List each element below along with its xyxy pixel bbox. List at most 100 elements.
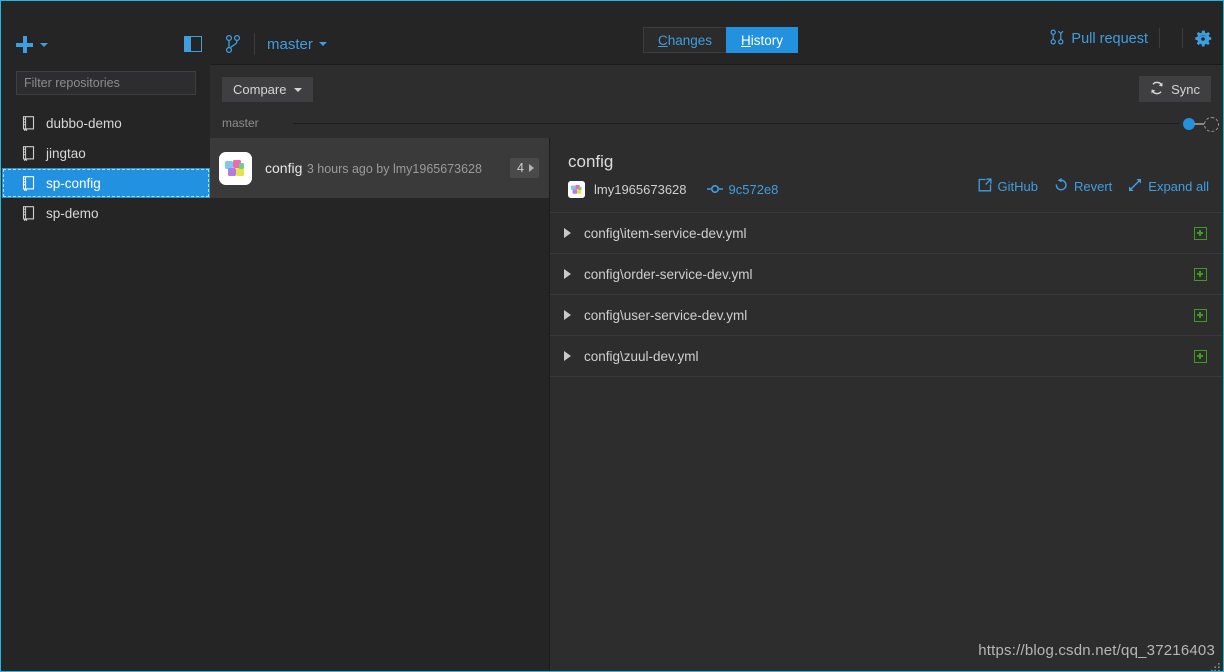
chevron-down-icon: [318, 42, 327, 46]
file-path: config\item-service-dev.yml: [584, 225, 747, 241]
changed-files-count-badge[interactable]: 4: [510, 158, 539, 178]
repository-icon: [22, 145, 35, 161]
avatar: [568, 181, 585, 198]
add-repository-button[interactable]: [16, 36, 48, 53]
history-panes: config 3 hours ago by lmy1965673628 4 co…: [210, 138, 1223, 671]
file-path: config\order-service-dev.yml: [584, 266, 753, 282]
sync-button[interactable]: Sync: [1139, 76, 1211, 102]
sidebar-item-jingtao[interactable]: jingtao: [2, 138, 210, 168]
view-tabs: Changes History: [643, 27, 799, 53]
sidebar-item-label: jingtao: [46, 145, 86, 161]
timeline-branch-label: master: [222, 116, 259, 130]
file-added-icon: [1194, 226, 1207, 240]
file-row[interactable]: config\order-service-dev.yml: [550, 254, 1223, 295]
repository-list: dubbo-demo jingtao sp-config sp-demo: [2, 108, 210, 228]
chevron-right-icon[interactable]: [564, 228, 571, 238]
file-row[interactable]: config\item-service-dev.yml: [550, 213, 1223, 254]
toolbar-left: [2, 24, 210, 65]
external-link-icon: [978, 178, 992, 195]
sidebar-item-label: dubbo-demo: [46, 115, 122, 131]
commit-actions: GitHub Revert Expand all: [978, 178, 1209, 195]
toolbar-divider: [254, 33, 255, 55]
chevron-right-icon[interactable]: [564, 351, 571, 361]
app-window: master Changes History Pull request Filt…: [0, 0, 1224, 672]
compare-button[interactable]: Compare: [222, 77, 314, 102]
settings-button[interactable]: [1192, 28, 1214, 50]
repository-icon: [22, 205, 35, 221]
github-link-button[interactable]: GitHub: [978, 178, 1038, 195]
top-toolbar: master Changes History Pull request: [2, 2, 1223, 65]
chevron-down-icon: [294, 87, 303, 92]
file-added-icon: [1194, 349, 1207, 363]
file-added-icon: [1194, 267, 1207, 281]
commit-detail: config lmy1965673628 9c572e8 GitHub Reve…: [550, 138, 1223, 671]
undo-icon: [1054, 178, 1068, 195]
history-timeline: master: [210, 111, 1223, 138]
tab-history-mnemonic: H: [741, 32, 751, 48]
changed-file-list: config\item-service-dev.yml config\order…: [550, 212, 1223, 377]
revert-label: Revert: [1073, 179, 1113, 194]
repository-icon: [22, 115, 35, 131]
expand-icon: [1128, 178, 1142, 195]
timeline-connector: [1194, 123, 1204, 125]
branch-name-label: master: [267, 35, 313, 53]
sidebar-item-label: sp-demo: [46, 205, 99, 221]
chevron-right-icon[interactable]: [564, 310, 571, 320]
chevron-right-icon[interactable]: [564, 269, 571, 279]
expand-all-button[interactable]: Expand all: [1128, 178, 1209, 195]
commit-detail-header: config lmy1965673628 9c572e8 GitHub Reve…: [550, 138, 1223, 198]
commit-sha[interactable]: 9c572e8: [706, 182, 779, 197]
sync-label: Sync: [1171, 81, 1200, 97]
pull-request-button[interactable]: Pull request: [1050, 29, 1148, 49]
sidebar-item-dubbo-demo[interactable]: dubbo-demo: [2, 108, 210, 138]
resize-grip[interactable]: [1211, 659, 1220, 671]
toolbar-divider: [1182, 28, 1183, 48]
expand-all-label: Expand all: [1148, 179, 1209, 194]
commit-list: config 3 hours ago by lmy1965673628 4: [210, 138, 549, 671]
branch-icon: [224, 34, 242, 54]
toolbar-divider: [1159, 28, 1160, 48]
command-bar: Compare Sync: [210, 65, 1223, 111]
commit-dot-icon: [706, 182, 723, 197]
gear-icon: [1195, 30, 1212, 47]
tab-changes-label: hanges: [667, 32, 713, 48]
tab-history[interactable]: History: [726, 27, 799, 53]
sidebar-item-sp-config[interactable]: sp-config: [2, 168, 210, 198]
filter-repositories-input[interactable]: [16, 71, 196, 95]
sidebar-item-label: sp-config: [46, 175, 101, 191]
repository-icon: [22, 175, 35, 191]
chevron-right-icon: [529, 164, 534, 172]
file-path: config\zuul-dev.yml: [584, 348, 699, 364]
commit-list-item[interactable]: config 3 hours ago by lmy1965673628 4: [210, 138, 549, 198]
compare-label: Compare: [233, 82, 287, 97]
main-content: Compare Sync master config 3 hours ago b…: [210, 65, 1223, 671]
pull-request-icon: [1050, 29, 1064, 49]
file-path: config\user-service-dev.yml: [584, 307, 748, 323]
commit-detail-title: config: [568, 152, 614, 171]
commit-subtitle: 3 hours ago by lmy1965673628: [306, 161, 482, 176]
changed-files-count: 4: [517, 161, 524, 175]
tab-changes[interactable]: Changes: [643, 27, 727, 53]
commit-sha-label: 9c572e8: [728, 182, 779, 197]
commit-meta: config 3 hours ago by lmy1965673628: [265, 159, 510, 178]
watermark: https://blog.csdn.net/qq_37216403: [978, 642, 1215, 659]
pull-request-label: Pull request: [1071, 31, 1148, 47]
sidebar-item-sp-demo[interactable]: sp-demo: [2, 198, 210, 228]
branch-selector[interactable]: master: [267, 36, 327, 53]
commit-title: config: [265, 159, 303, 176]
plus-icon: [16, 36, 33, 53]
commit-author: lmy1965673628: [594, 182, 687, 197]
revert-button[interactable]: Revert: [1054, 178, 1112, 195]
file-added-icon: [1194, 308, 1207, 322]
tab-changes-mnemonic: C: [658, 32, 668, 48]
timeline-head-ring[interactable]: [1204, 117, 1219, 132]
file-row[interactable]: config\user-service-dev.yml: [550, 295, 1223, 336]
chevron-down-icon: [40, 42, 48, 47]
file-row[interactable]: config\zuul-dev.yml: [550, 336, 1223, 377]
avatar: [219, 151, 252, 185]
github-link-label: GitHub: [997, 179, 1038, 194]
sidebar: dubbo-demo jingtao: [2, 65, 210, 671]
timeline-track[interactable]: [293, 123, 1179, 124]
sync-icon: [1150, 81, 1164, 98]
sidebar-toggle-button[interactable]: [184, 36, 202, 52]
